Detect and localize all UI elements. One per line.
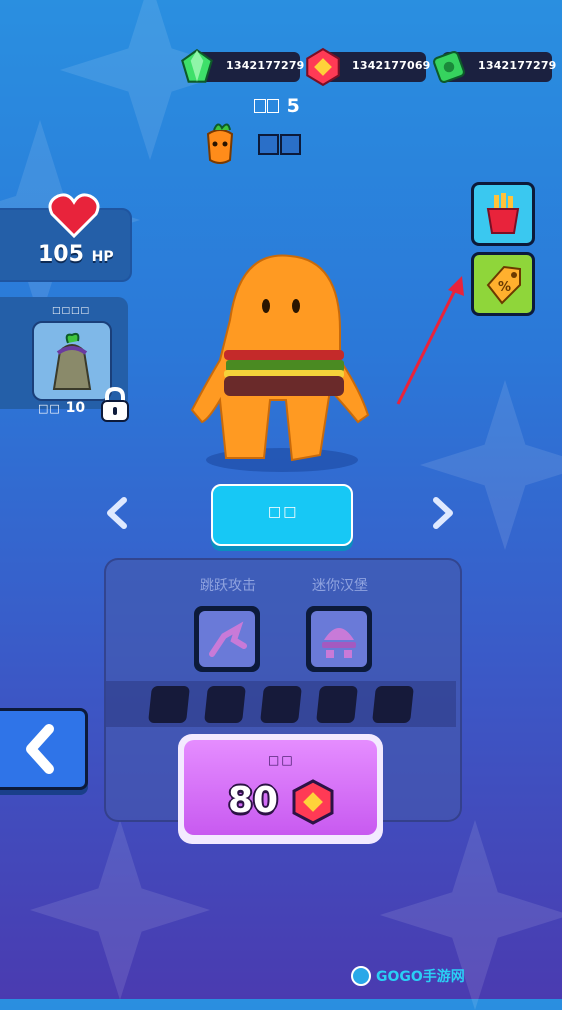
cash-icon: [432, 50, 466, 84]
character-level: 5: [254, 95, 300, 117]
chevron-left-icon[interactable]: [102, 496, 130, 530]
annotation-arrow: [396, 276, 464, 405]
upgrade-slot: [316, 686, 358, 723]
watermark: GOGO手游网: [350, 965, 465, 987]
burger-character: [190, 254, 370, 472]
select-character-label: □□: [268, 504, 299, 520]
gem-icon: [181, 48, 213, 83]
coins-counter[interactable]: 1342177069: [306, 47, 430, 87]
chevron-right-icon[interactable]: [430, 496, 458, 530]
upgrade-slot: [372, 686, 414, 723]
discount-button[interactable]: %: [471, 252, 535, 316]
coins-value: 1342177069: [352, 59, 431, 72]
buy-price: 80: [228, 780, 279, 821]
back-button[interactable]: [0, 708, 88, 790]
jump-attack-icon: [199, 611, 255, 667]
skill-name-2: 迷你汉堡: [312, 578, 368, 594]
character-name: [258, 134, 302, 158]
fries-icon: [486, 193, 520, 234]
cash-value: 1342177279: [478, 59, 557, 72]
coin-icon: [306, 47, 340, 87]
buy-label: □□: [268, 753, 295, 767]
cash-counter[interactable]: 1342177279: [432, 50, 556, 84]
skill-name-1: 跳跃攻击: [200, 578, 256, 594]
fries-shop-button[interactable]: [471, 182, 535, 246]
discount-tag-icon: %: [486, 265, 521, 305]
gems-counter[interactable]: 1342177279: [181, 48, 304, 83]
character-class-icon: [206, 123, 234, 164]
upgrade-slot: [148, 686, 190, 723]
back-arrow-icon: [26, 724, 54, 774]
heart-icon: [48, 193, 100, 238]
coin-icon: [292, 779, 334, 825]
lock-icon: [101, 386, 129, 422]
svg-text:%: %: [498, 280, 511, 295]
watermark-logo-icon: [351, 966, 371, 986]
upgrade-slot: [260, 686, 302, 723]
skill-slot-mini-burger[interactable]: [306, 606, 372, 672]
upgrade-slot: [204, 686, 246, 723]
mini-burger-icon: [311, 611, 367, 667]
hp-value: 105 HP: [38, 242, 114, 267]
level-value: 5: [286, 95, 300, 117]
skill-card-title: □□□□: [52, 306, 91, 316]
skill-card-level: □□ 10: [38, 400, 86, 416]
background-star: [30, 820, 210, 1000]
gems-value: 1342177279: [226, 59, 305, 72]
skill-slot-jump-attack[interactable]: [194, 606, 260, 672]
